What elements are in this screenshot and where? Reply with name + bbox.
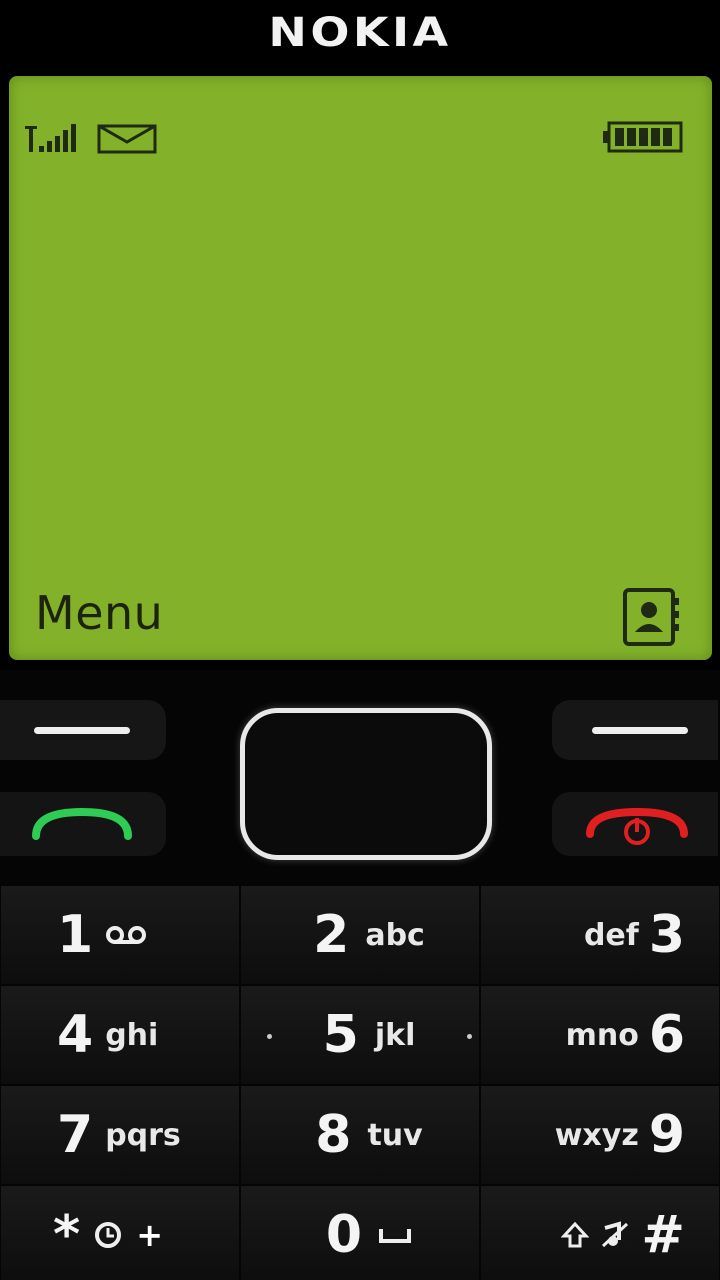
signal-strength-icon — [25, 124, 76, 152]
key-digit: 8 — [315, 1105, 352, 1165]
key-9[interactable]: wxyz 9 — [480, 1085, 720, 1185]
key-letters: tuv — [367, 1117, 423, 1153]
call-icon — [32, 807, 132, 840]
menu-softkey-label[interactable]: Menu — [35, 586, 163, 640]
key-8[interactable]: 8 tuv — [240, 1085, 480, 1185]
left-softkey-button[interactable] — [0, 700, 166, 760]
contacts-icon[interactable] — [619, 586, 683, 648]
key-digit: 3 — [648, 905, 685, 965]
key-digit: 6 — [648, 1005, 685, 1065]
key-3[interactable]: def 3 — [480, 885, 720, 985]
key-5[interactable]: 5 jkl — [240, 985, 480, 1085]
numeric-keypad: 1 2 abc def 3 4 ghi 5 jkl mno 6 7 pqrs 8… — [0, 885, 720, 1280]
right-softkey-bar-icon — [592, 727, 688, 734]
key-digit: 4 — [57, 1005, 94, 1065]
tactile-dot-icon — [467, 1034, 472, 1039]
key-letters: wxyz — [554, 1117, 639, 1153]
key-digit: 9 — [648, 1105, 685, 1165]
key-letters: + — [136, 1216, 164, 1254]
envelope-icon — [97, 124, 157, 154]
key-star[interactable]: * + — [0, 1185, 240, 1280]
space-icon — [379, 1229, 412, 1243]
key-digit: * — [53, 1205, 81, 1265]
right-softkey-button[interactable] — [552, 700, 718, 760]
key-letters: ghi — [105, 1017, 159, 1053]
key-digit: # — [641, 1205, 685, 1265]
call-button[interactable] — [0, 792, 166, 856]
key-1[interactable]: 1 — [0, 885, 240, 985]
key-2[interactable]: 2 abc — [240, 885, 480, 985]
voicemail-icon — [106, 926, 147, 944]
key-0[interactable]: 0 — [240, 1185, 480, 1280]
key-digit: 2 — [313, 905, 350, 965]
key-6[interactable]: mno 6 — [480, 985, 720, 1085]
key-letters: abc — [365, 917, 425, 953]
end-call-power-icon — [586, 807, 688, 845]
key-digit: 1 — [57, 905, 94, 965]
end-call-button[interactable] — [552, 792, 718, 856]
key-digit: 5 — [322, 1005, 359, 1065]
key-hash[interactable]: # — [480, 1185, 720, 1280]
battery-icon — [603, 121, 683, 153]
navigation-dpad[interactable] — [240, 708, 492, 860]
key-letters: pqrs — [105, 1117, 181, 1153]
key-letters: jkl — [374, 1017, 416, 1053]
left-softkey-bar-icon — [34, 727, 130, 734]
key-digit: 0 — [325, 1205, 363, 1265]
silent-mode-icon — [602, 1221, 629, 1248]
key-letters: mno — [565, 1017, 639, 1053]
clock-icon — [95, 1222, 122, 1248]
brand-logo: NOKIA — [268, 10, 452, 56]
navigation-controls — [0, 670, 720, 885]
key-7[interactable]: 7 pqrs — [0, 1085, 240, 1185]
phone-screen: Menu — [9, 76, 712, 660]
key-digit: 7 — [57, 1105, 94, 1165]
key-letters: def — [583, 917, 639, 953]
key-4[interactable]: 4 ghi — [0, 985, 240, 1085]
shift-arrow-icon — [561, 1221, 590, 1248]
tactile-dot-icon — [267, 1034, 272, 1039]
